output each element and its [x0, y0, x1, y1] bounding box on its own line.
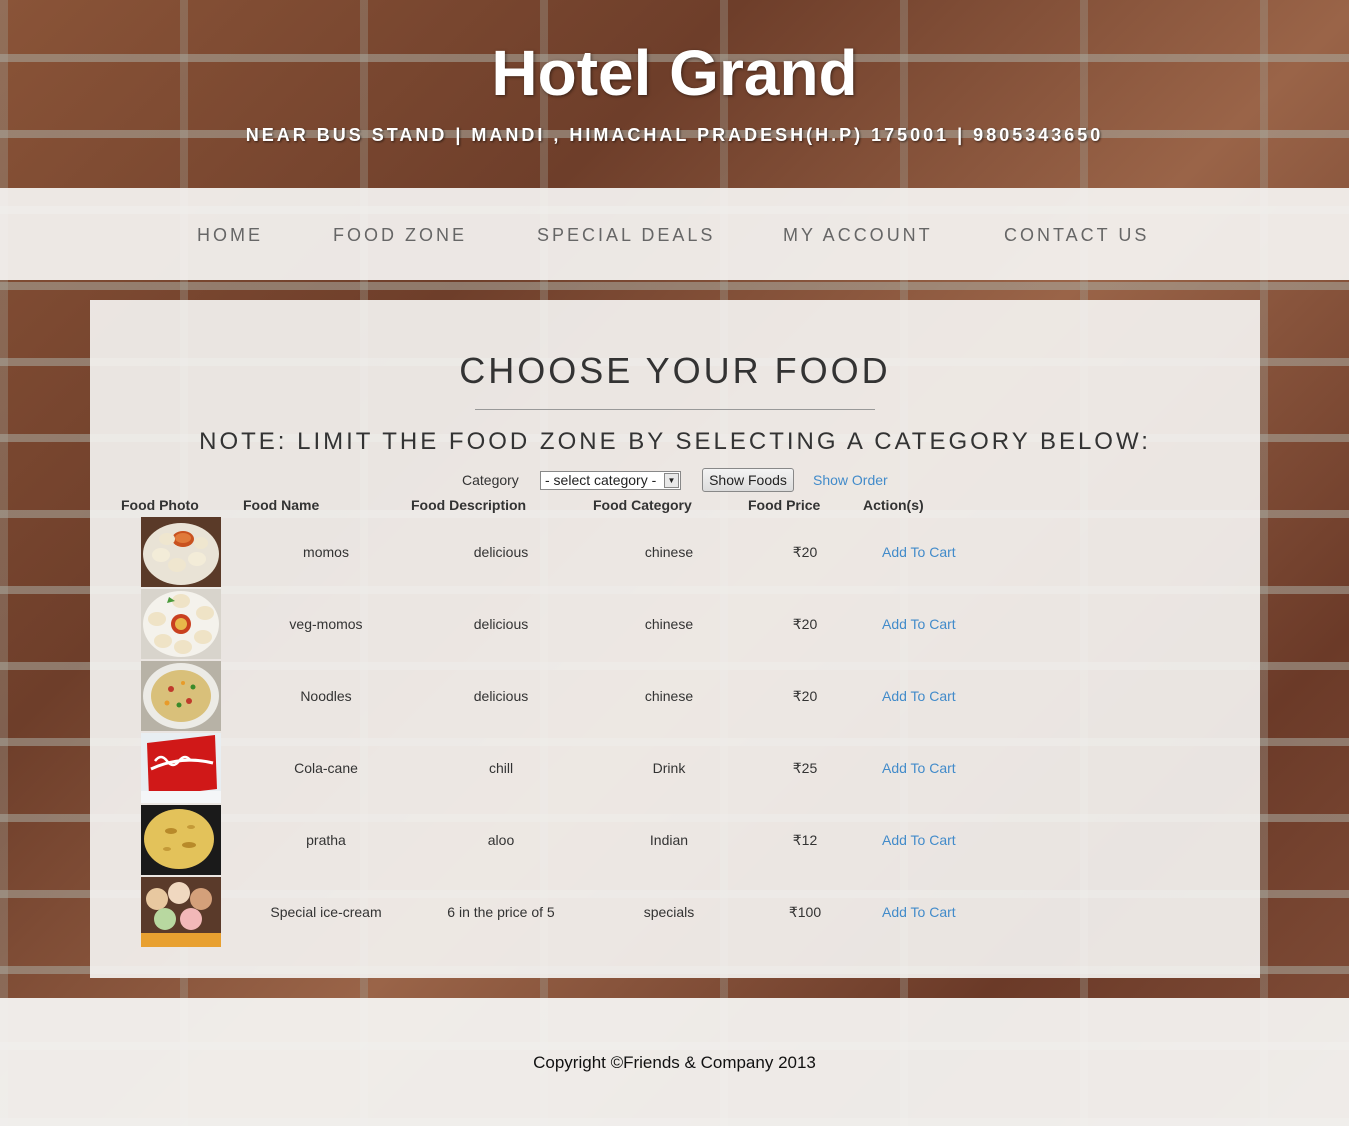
food-description: chill [488, 760, 514, 776]
category-label: Category [462, 472, 519, 488]
food-price: ₹20 [792, 616, 818, 632]
site-header: Hotel Grand NEAR BUS STAND | MANDI , HIM… [0, 0, 1349, 188]
table-row: pratha aloo Indian ₹12 Add To Cart [90, 804, 1260, 876]
food-price: ₹20 [792, 544, 818, 560]
food-name: veg-momos [289, 616, 363, 632]
food-photo-veg-momos [141, 589, 221, 659]
food-name: momos [303, 544, 349, 560]
column-header-name: Food Name [243, 497, 320, 513]
column-header-actions: Action(s) [863, 497, 924, 513]
food-price: ₹25 [792, 760, 818, 776]
food-photo-cola [141, 733, 221, 803]
food-description: delicious [473, 616, 529, 632]
column-header-price: Food Price [748, 497, 821, 513]
food-description: delicious [473, 544, 529, 560]
food-name: Cola-cane [294, 760, 358, 776]
food-photo-pratha [141, 805, 221, 875]
category-select[interactable]: - select category - ▼ [540, 471, 681, 490]
category-select-value: - select category - [545, 472, 657, 488]
food-photo-noodles [141, 661, 221, 731]
page-title: CHOOSE YOUR FOOD [459, 350, 891, 391]
food-photo-ice-cream [141, 877, 221, 947]
food-name: Noodles [300, 688, 352, 704]
title-divider [475, 409, 875, 410]
food-description: aloo [487, 832, 515, 848]
table-row: Special ice-cream 6 in the price of 5 sp… [90, 876, 1260, 948]
site-title: Hotel Grand [491, 37, 858, 109]
table-row: momos delicious chinese ₹20 Add To Cart [90, 516, 1260, 588]
food-description: delicious [473, 688, 529, 704]
column-header-description: Food Description [411, 497, 527, 513]
nav-item-special-deals[interactable]: SPECIAL DEALS [537, 225, 715, 246]
show-order-link[interactable]: Show Order [813, 472, 888, 488]
add-to-cart-link[interactable]: Add To Cart [882, 616, 956, 632]
food-category: chinese [644, 688, 694, 704]
show-foods-button[interactable]: Show Foods [702, 468, 794, 492]
chevron-down-icon[interactable]: ▼ [664, 473, 679, 488]
add-to-cart-link[interactable]: Add To Cart [882, 544, 956, 560]
food-price: ₹100 [788, 904, 822, 920]
food-name: pratha [306, 832, 346, 848]
site-address: NEAR BUS STAND | MANDI , HIMACHAL PRADES… [245, 125, 1104, 145]
nav-item-contact-us[interactable]: CONTACT US [1004, 225, 1149, 246]
food-name: Special ice-cream [270, 904, 382, 920]
nav-item-my-account[interactable]: MY ACCOUNT [783, 225, 933, 246]
food-photo-momos [141, 517, 221, 587]
add-to-cart-link[interactable]: Add To Cart [882, 760, 956, 776]
food-price: ₹12 [792, 832, 818, 848]
food-category: Indian [649, 832, 689, 848]
food-category: Drink [652, 760, 686, 776]
food-description: 6 in the price of 5 [447, 904, 555, 920]
copyright-text: Copyright ©Friends & Company 2013 [533, 1053, 816, 1072]
nav-item-food-zone[interactable]: FOOD ZONE [333, 225, 467, 246]
add-to-cart-link[interactable]: Add To Cart [882, 904, 956, 920]
category-note: NOTE: LIMIT THE FOOD ZONE BY SELECTING A… [199, 428, 1151, 455]
column-header-photo: Food Photo [121, 497, 199, 513]
nav-item-home[interactable]: HOME [197, 225, 263, 246]
column-header-category: Food Category [593, 497, 692, 513]
food-category: chinese [644, 616, 694, 632]
food-price: ₹20 [792, 688, 818, 704]
food-category: specials [643, 904, 695, 920]
table-row: Cola-cane chill Drink ₹25 Add To Cart [90, 732, 1260, 804]
add-to-cart-link[interactable]: Add To Cart [882, 832, 956, 848]
food-category: chinese [644, 544, 694, 560]
table-row: Noodles delicious chinese ₹20 Add To Car… [90, 660, 1260, 732]
table-row: veg-momos delicious chinese ₹20 Add To C… [90, 588, 1260, 660]
add-to-cart-link[interactable]: Add To Cart [882, 688, 956, 704]
